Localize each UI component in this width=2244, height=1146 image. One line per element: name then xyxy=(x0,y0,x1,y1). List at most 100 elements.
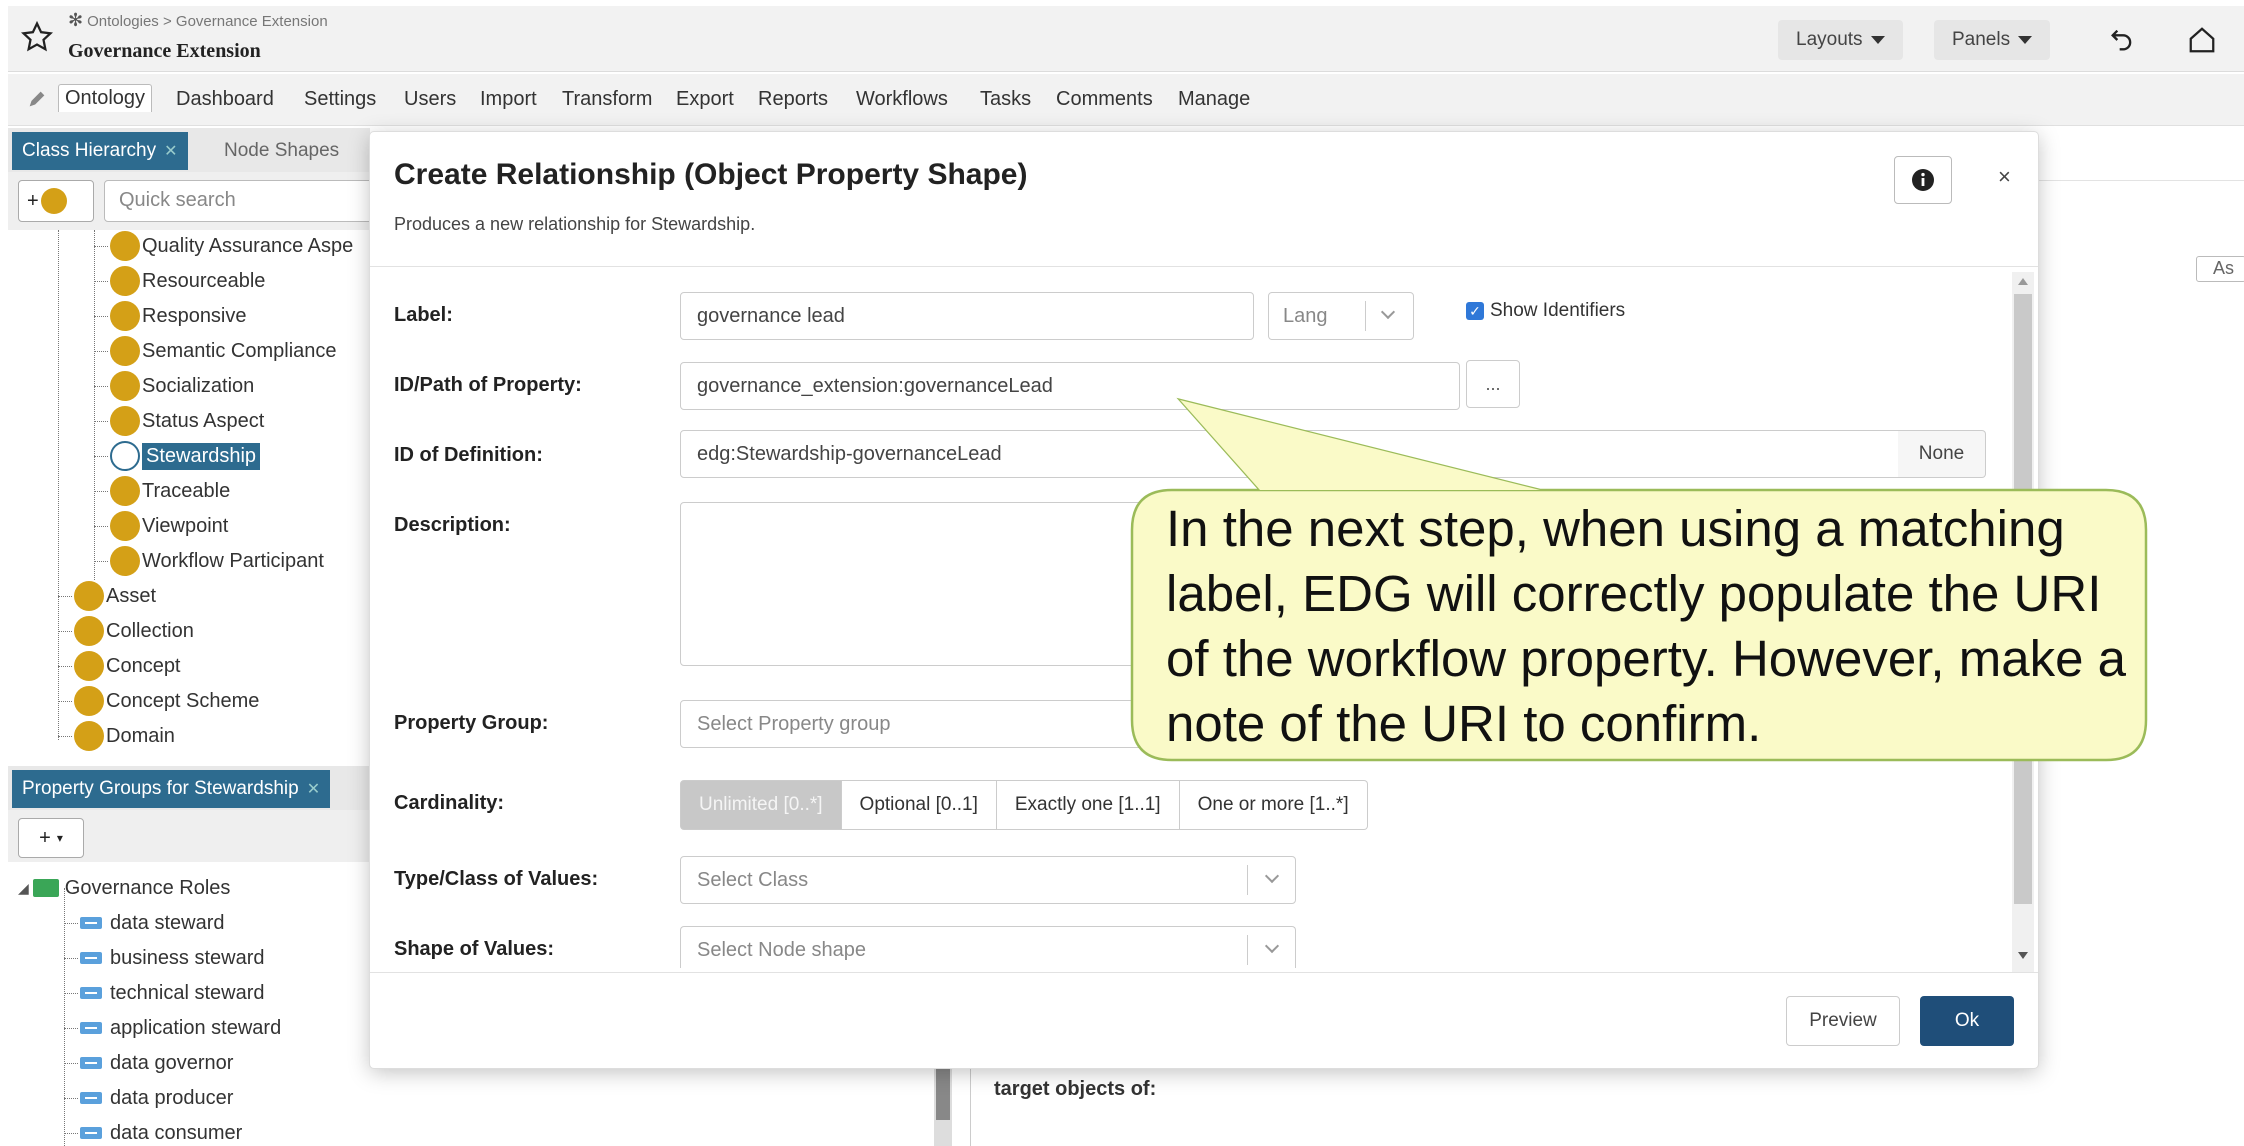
property-group-label: Property Group: xyxy=(394,712,549,734)
ok-button[interactable]: Ok xyxy=(1920,996,2014,1046)
tree-item[interactable]: Responsive xyxy=(94,300,247,332)
scroll-down-icon[interactable] xyxy=(2018,952,2028,959)
close-icon[interactable]: ✕ xyxy=(164,141,177,161)
class-icon xyxy=(110,371,140,401)
shape-values-label: Shape of Values: xyxy=(394,938,555,960)
list-item[interactable]: application steward xyxy=(64,1012,281,1044)
menu-import[interactable]: Import xyxy=(474,86,543,113)
ontology-icon: ✻ xyxy=(68,10,84,30)
tree-item[interactable]: Quality Assurance Aspe xyxy=(94,230,353,262)
menu-workflows[interactable]: Workflows xyxy=(850,86,954,113)
menu-dashboard[interactable]: Dashboard xyxy=(170,86,280,113)
menu-comments[interactable]: Comments xyxy=(1050,86,1159,113)
close-icon[interactable]: × xyxy=(1998,164,2011,190)
tree-item-selected[interactable]: Stewardship xyxy=(94,440,261,472)
class-icon xyxy=(74,581,104,611)
tree-item[interactable]: Asset xyxy=(58,580,156,612)
star-icon[interactable] xyxy=(20,20,54,54)
tree-item-group[interactable]: ◢ Governance Roles xyxy=(18,872,230,904)
cardinality-optional[interactable]: Optional [0..1] xyxy=(841,780,997,830)
property-toolbar: + ▾ xyxy=(8,810,370,862)
menu-reports[interactable]: Reports xyxy=(752,86,834,113)
top-header: ✻ Ontologies > Governance Extension Gover… xyxy=(8,6,2244,72)
class-icon xyxy=(74,721,104,751)
scrollbar-thumb[interactable] xyxy=(936,1060,950,1120)
browse-button[interactable]: ... xyxy=(1466,360,1520,408)
scroll-up-icon[interactable] xyxy=(2018,278,2028,285)
tab-property-groups[interactable]: Property Groups for Stewardship ✕ xyxy=(12,770,331,808)
menu-users[interactable]: Users xyxy=(398,86,462,113)
cardinality-label: Cardinality: xyxy=(394,792,505,814)
class-icon xyxy=(110,406,140,436)
menu-export[interactable]: Export xyxy=(670,86,740,113)
pencil-icon[interactable] xyxy=(26,88,48,110)
home-button[interactable] xyxy=(2178,18,2226,62)
tree-item[interactable]: Concept Scheme xyxy=(58,685,259,717)
tree-item[interactable]: Collection xyxy=(58,615,194,647)
lang-select[interactable]: Lang xyxy=(1268,292,1414,340)
menu-transform[interactable]: Transform xyxy=(556,86,658,113)
tree-item[interactable]: Viewpoint xyxy=(94,510,228,542)
cardinality-unlimited[interactable]: Unlimited [0..*] xyxy=(680,780,842,830)
group-icon xyxy=(32,879,59,897)
list-item[interactable]: business steward xyxy=(64,942,265,974)
info-button[interactable] xyxy=(1894,156,1952,204)
tree-item[interactable]: Resourceable xyxy=(94,265,265,297)
menu-manage[interactable]: Manage xyxy=(1172,86,1256,113)
menu-settings[interactable]: Settings xyxy=(298,86,382,113)
class-icon xyxy=(74,686,104,716)
definition-input[interactable]: edg:Stewardship-governanceLead xyxy=(680,430,1900,478)
panels-button[interactable]: Panels xyxy=(1934,20,2051,60)
layouts-button[interactable]: Layouts xyxy=(1778,20,1903,60)
none-button[interactable]: None xyxy=(1898,430,1986,478)
property-icon xyxy=(80,1022,102,1034)
caret-down-icon xyxy=(2018,36,2033,44)
breadcrumb[interactable]: ✻ Ontologies > Governance Extension xyxy=(68,10,328,31)
shape-values-select[interactable]: Select Node shape xyxy=(680,926,1296,968)
tree-item[interactable]: Workflow Participant xyxy=(94,545,324,577)
quick-search-input[interactable]: Quick search xyxy=(104,180,374,222)
tree-item[interactable]: Semantic Compliance xyxy=(94,335,337,367)
add-class-button[interactable]: + xyxy=(18,180,94,222)
class-search-row: + Quick search xyxy=(8,172,374,230)
list-item[interactable]: technical steward xyxy=(64,977,265,1009)
description-field-label: Description: xyxy=(394,514,511,536)
list-item[interactable]: data governor xyxy=(64,1047,233,1079)
chevron-down-icon xyxy=(1380,304,1396,320)
property-pane-tabs: Property Groups for Stewardship ✕ xyxy=(8,766,370,810)
tree-item[interactable]: Traceable xyxy=(94,475,230,507)
class-icon xyxy=(110,231,140,261)
tree-item[interactable]: Concept xyxy=(58,650,181,682)
list-item[interactable]: data steward xyxy=(64,907,225,939)
close-icon[interactable]: ✕ xyxy=(307,779,320,799)
cardinality-exactly-one[interactable]: Exactly one [1..1] xyxy=(996,780,1180,830)
list-item[interactable]: data consumer xyxy=(64,1117,242,1146)
tree-item[interactable]: Domain xyxy=(58,720,175,752)
type-class-select[interactable]: Select Class xyxy=(680,856,1296,904)
class-icon xyxy=(110,511,140,541)
tab-class-hierarchy[interactable]: Class Hierarchy ✕ xyxy=(12,132,188,170)
menu-tasks[interactable]: Tasks xyxy=(974,86,1037,113)
class-tree: Quality Assurance Aspe Resourceable Resp… xyxy=(8,230,370,754)
cardinality-one-or-more[interactable]: One or more [1..*] xyxy=(1179,780,1368,830)
id-path-input[interactable]: governance_extension:governanceLead xyxy=(680,362,1460,410)
add-property-button[interactable]: + ▾ xyxy=(18,818,84,858)
tree-item[interactable]: Status Aspect xyxy=(94,405,264,437)
chevron-down-icon xyxy=(1264,938,1280,954)
background-button[interactable]: As xyxy=(2196,256,2244,282)
preview-button[interactable]: Preview xyxy=(1786,996,1900,1046)
class-icon xyxy=(40,188,67,214)
list-item[interactable]: data producer xyxy=(64,1082,233,1114)
property-icon xyxy=(80,1092,102,1104)
menu-ontology[interactable]: Ontology xyxy=(58,84,153,112)
class-icon xyxy=(110,441,140,471)
property-icon xyxy=(80,987,102,999)
cardinality-group: Unlimited [0..*] Optional [0..1] Exactly… xyxy=(680,780,1368,830)
label-field-label: Label: xyxy=(394,304,453,326)
tree-item[interactable]: Socialization xyxy=(94,370,254,402)
show-identifiers-checkbox[interactable]: ✓ Show Identifiers xyxy=(1466,300,1625,322)
label-input[interactable]: governance lead xyxy=(680,292,1254,340)
tab-node-shapes[interactable]: Node Shapes xyxy=(224,140,339,162)
undo-button[interactable] xyxy=(2098,18,2146,62)
caret-down-icon: ▾ xyxy=(56,831,63,845)
